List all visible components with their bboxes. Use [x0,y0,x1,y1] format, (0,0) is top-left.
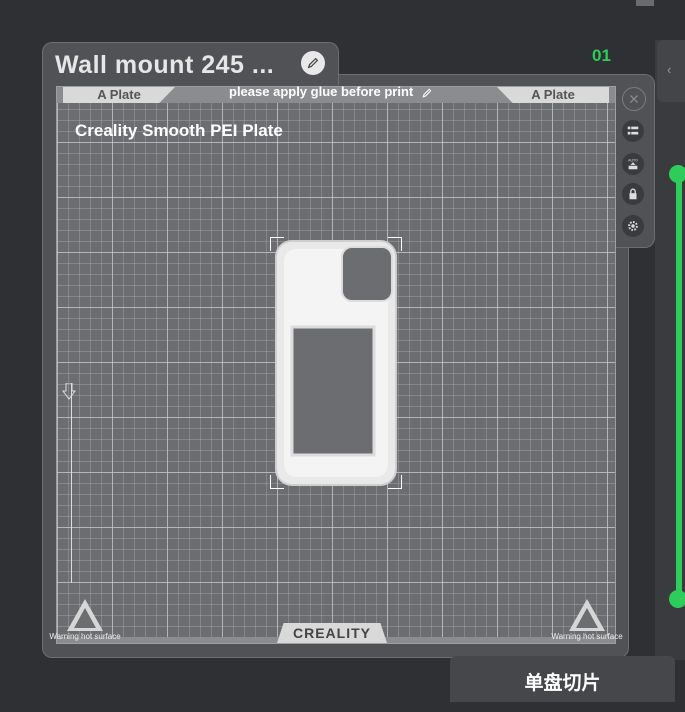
hot-surface-warning-right: Warning hot surface [547,599,627,641]
layer-slider-track[interactable] [676,176,682,602]
auto-arrange-icon: AUTO [628,158,638,170]
collapse-panel-tab[interactable]: ‹ [657,40,685,102]
pencil-icon [422,88,432,98]
home-icon[interactable] [636,0,654,6]
svg-text:AUTO: AUTO [628,158,638,162]
pencil-icon [307,57,319,69]
chevron-left-icon: ‹ [667,62,672,77]
plate-index: 01 [592,46,611,65]
plate-settings-button[interactable] [622,215,644,237]
plate-title: Wall mount 245 ... [55,51,275,79]
warning-text-right: Warning hot surface [551,632,623,641]
edit-title-button[interactable] [301,51,325,75]
warning-text-left: Warning hot surface [49,632,121,641]
slice-plate-button[interactable]: 单盘切片 [450,656,675,702]
layer-slider-top-handle[interactable] [669,165,685,183]
close-plate-button[interactable] [622,87,646,111]
auto-arrange-button[interactable]: AUTO [622,153,644,175]
layer-slider-bottom-handle[interactable] [669,590,685,608]
warning-hot-icon [569,599,605,631]
plate-tag-left: A Plate [63,87,175,103]
list-icon [627,126,639,135]
z-axis-indicator [62,383,80,583]
model-phone-case[interactable] [270,237,402,489]
hot-surface-warning-left: Warning hot surface [45,599,125,641]
warning-hot-icon [67,599,103,631]
z-arrow-icon [62,383,76,400]
glue-note-text: please apply glue before print [229,84,414,99]
glue-note[interactable]: please apply glue before print [229,84,433,99]
close-icon [630,95,638,103]
plate-title-tab: Wall mount 245 ... [42,42,339,85]
lock-button[interactable] [622,183,644,205]
plate-type-label: Creality Smooth PEI Plate [75,121,283,140]
plate-tag-right: A Plate [497,87,609,103]
lock-icon [629,188,637,200]
build-plate[interactable]: A Plate A Plate please apply glue before… [49,84,623,644]
brand-logo: CREALITY [277,623,387,643]
gear-icon [628,221,638,231]
list-button[interactable] [622,120,644,142]
plate-toolbar: AUTO [614,74,655,248]
